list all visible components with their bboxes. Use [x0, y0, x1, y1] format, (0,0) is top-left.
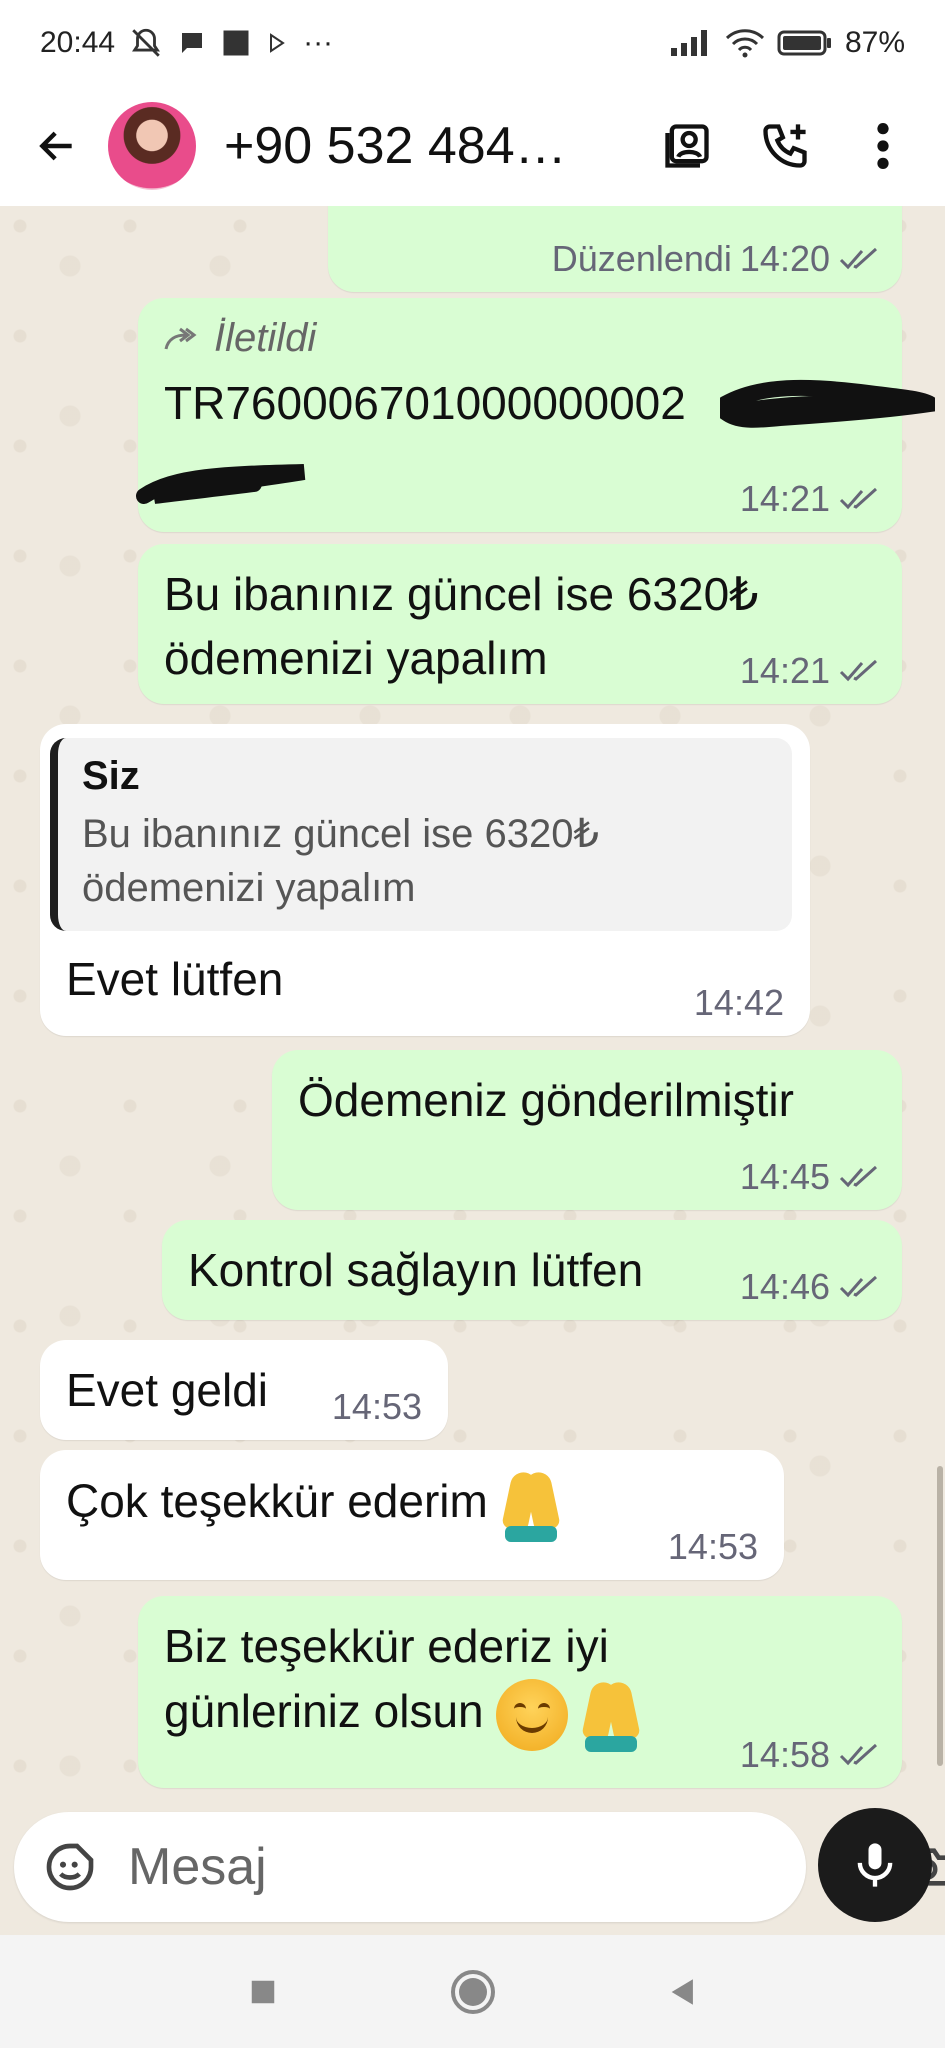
message-payment-sent[interactable]: Ödemeniz gönderilmiştir 14:45: [272, 1050, 902, 1210]
recents-button[interactable]: [233, 1962, 293, 2022]
message-composer: [14, 1812, 945, 1922]
triangle-back-icon: [671, 1978, 693, 2005]
quote-line: ödemenizi yapalım: [82, 866, 416, 910]
message-text: Ödemeniz gönderilmiştir: [298, 1074, 794, 1126]
status-time: 20:44: [40, 26, 116, 59]
message-received[interactable]: Evet geldi 14:53: [40, 1340, 448, 1440]
home-button[interactable]: [443, 1962, 503, 2022]
message-edited[interactable]: Düzenlendi 14:20: [328, 206, 902, 292]
system-nav-bar: [0, 1935, 945, 2048]
play-store-icon: [265, 31, 289, 55]
signal-icon: [669, 28, 713, 58]
arrow-left-icon: [39, 131, 72, 161]
message-input[interactable]: [128, 1837, 797, 1897]
message-iban-request[interactable]: Bu ibanınız güncel ise 6320₺ ödemenizi y…: [138, 544, 902, 704]
praying-hands-icon: [581, 1678, 641, 1752]
double-check-icon: [839, 1275, 878, 1298]
avatar[interactable]: [108, 102, 196, 190]
forwarded-label: İletildi: [214, 316, 317, 360]
app-square-icon: [221, 28, 251, 58]
add-call-button[interactable]: [755, 116, 815, 176]
status-more: ···: [303, 26, 334, 59]
bell-off-icon: [129, 26, 163, 60]
message-thanks[interactable]: Çok teşekkür ederim 14:53: [40, 1450, 784, 1580]
message-time: 14:20: [739, 238, 830, 279]
message-line: Bu ibanınız güncel ise 6320₺: [164, 568, 759, 620]
chat-area[interactable]: Düzenlendi 14:20 İletildi TR760006701000…: [0, 206, 945, 1811]
sticker-icon: [46, 1843, 94, 1891]
contact-card-button[interactable]: [657, 116, 717, 176]
edited-label: Düzenlendi: [551, 238, 732, 279]
microphone-icon: [857, 1843, 893, 1887]
redaction-scribble: [136, 464, 306, 504]
battery-icon: [777, 29, 833, 57]
quoted-message[interactable]: Siz Bu ibanınız güncel ise 6320₺ ödemeni…: [50, 738, 792, 931]
smiling-face-icon: [496, 1679, 569, 1751]
kebab-menu-icon: [877, 123, 889, 169]
message-time: 14:58: [739, 1734, 830, 1775]
chat-bubble-icon: [177, 28, 207, 58]
back-button[interactable]: [22, 111, 92, 181]
square-icon: [251, 1980, 274, 2003]
message-time: 14:46: [739, 1266, 830, 1307]
message-final[interactable]: Biz teşekkür ederiz iyi günleriniz olsun…: [138, 1596, 902, 1788]
voice-message-button[interactable]: [818, 1808, 932, 1922]
phone-plus-icon: [763, 124, 807, 168]
message-time: 14:42: [693, 982, 784, 1023]
double-check-icon: [839, 659, 878, 682]
status-bar: 20:44 ··· 87%: [0, 0, 945, 86]
quote-line: Bu ibanınız güncel ise 6320₺: [82, 812, 599, 856]
redaction-scribble: [720, 379, 935, 428]
double-check-icon: [839, 247, 878, 270]
scrollbar[interactable]: [937, 1466, 943, 1766]
message-time: 14:21: [739, 478, 830, 519]
sticker-button[interactable]: [42, 1839, 98, 1895]
message-check[interactable]: Kontrol sağlayın lütfen 14:46: [162, 1220, 902, 1320]
message-line: Biz teşekkür ederiz iyi: [164, 1620, 609, 1672]
wifi-icon: [725, 28, 765, 58]
battery-level: 87%: [844, 26, 905, 59]
forward-icon: [164, 327, 197, 349]
more-options-button[interactable]: [853, 116, 913, 176]
back-nav-button[interactable]: [653, 1962, 713, 2022]
double-check-icon: [839, 1165, 878, 1188]
double-check-icon: [839, 1743, 878, 1766]
message-line: günleriniz olsun: [164, 1685, 484, 1738]
message-reply[interactable]: Siz Bu ibanınız güncel ise 6320₺ ödemeni…: [40, 724, 810, 1036]
message-text: Evet lütfen: [66, 953, 284, 1005]
double-check-icon: [839, 487, 878, 510]
message-text: Çok teşekkür ederim: [66, 1475, 488, 1528]
contact-card-icon: [665, 124, 709, 168]
message-time: 14:21: [739, 650, 830, 691]
quote-author: Siz: [82, 754, 140, 798]
message-time: 14:53: [331, 1386, 422, 1427]
message-time: 14:45: [739, 1156, 830, 1197]
contact-title[interactable]: +90 532 484…: [224, 116, 594, 176]
message-time: 14:53: [667, 1526, 758, 1567]
praying-hands-icon: [500, 1468, 561, 1542]
chat-header: +90 532 484…: [0, 86, 945, 206]
circle-home-icon: [450, 1969, 495, 2014]
